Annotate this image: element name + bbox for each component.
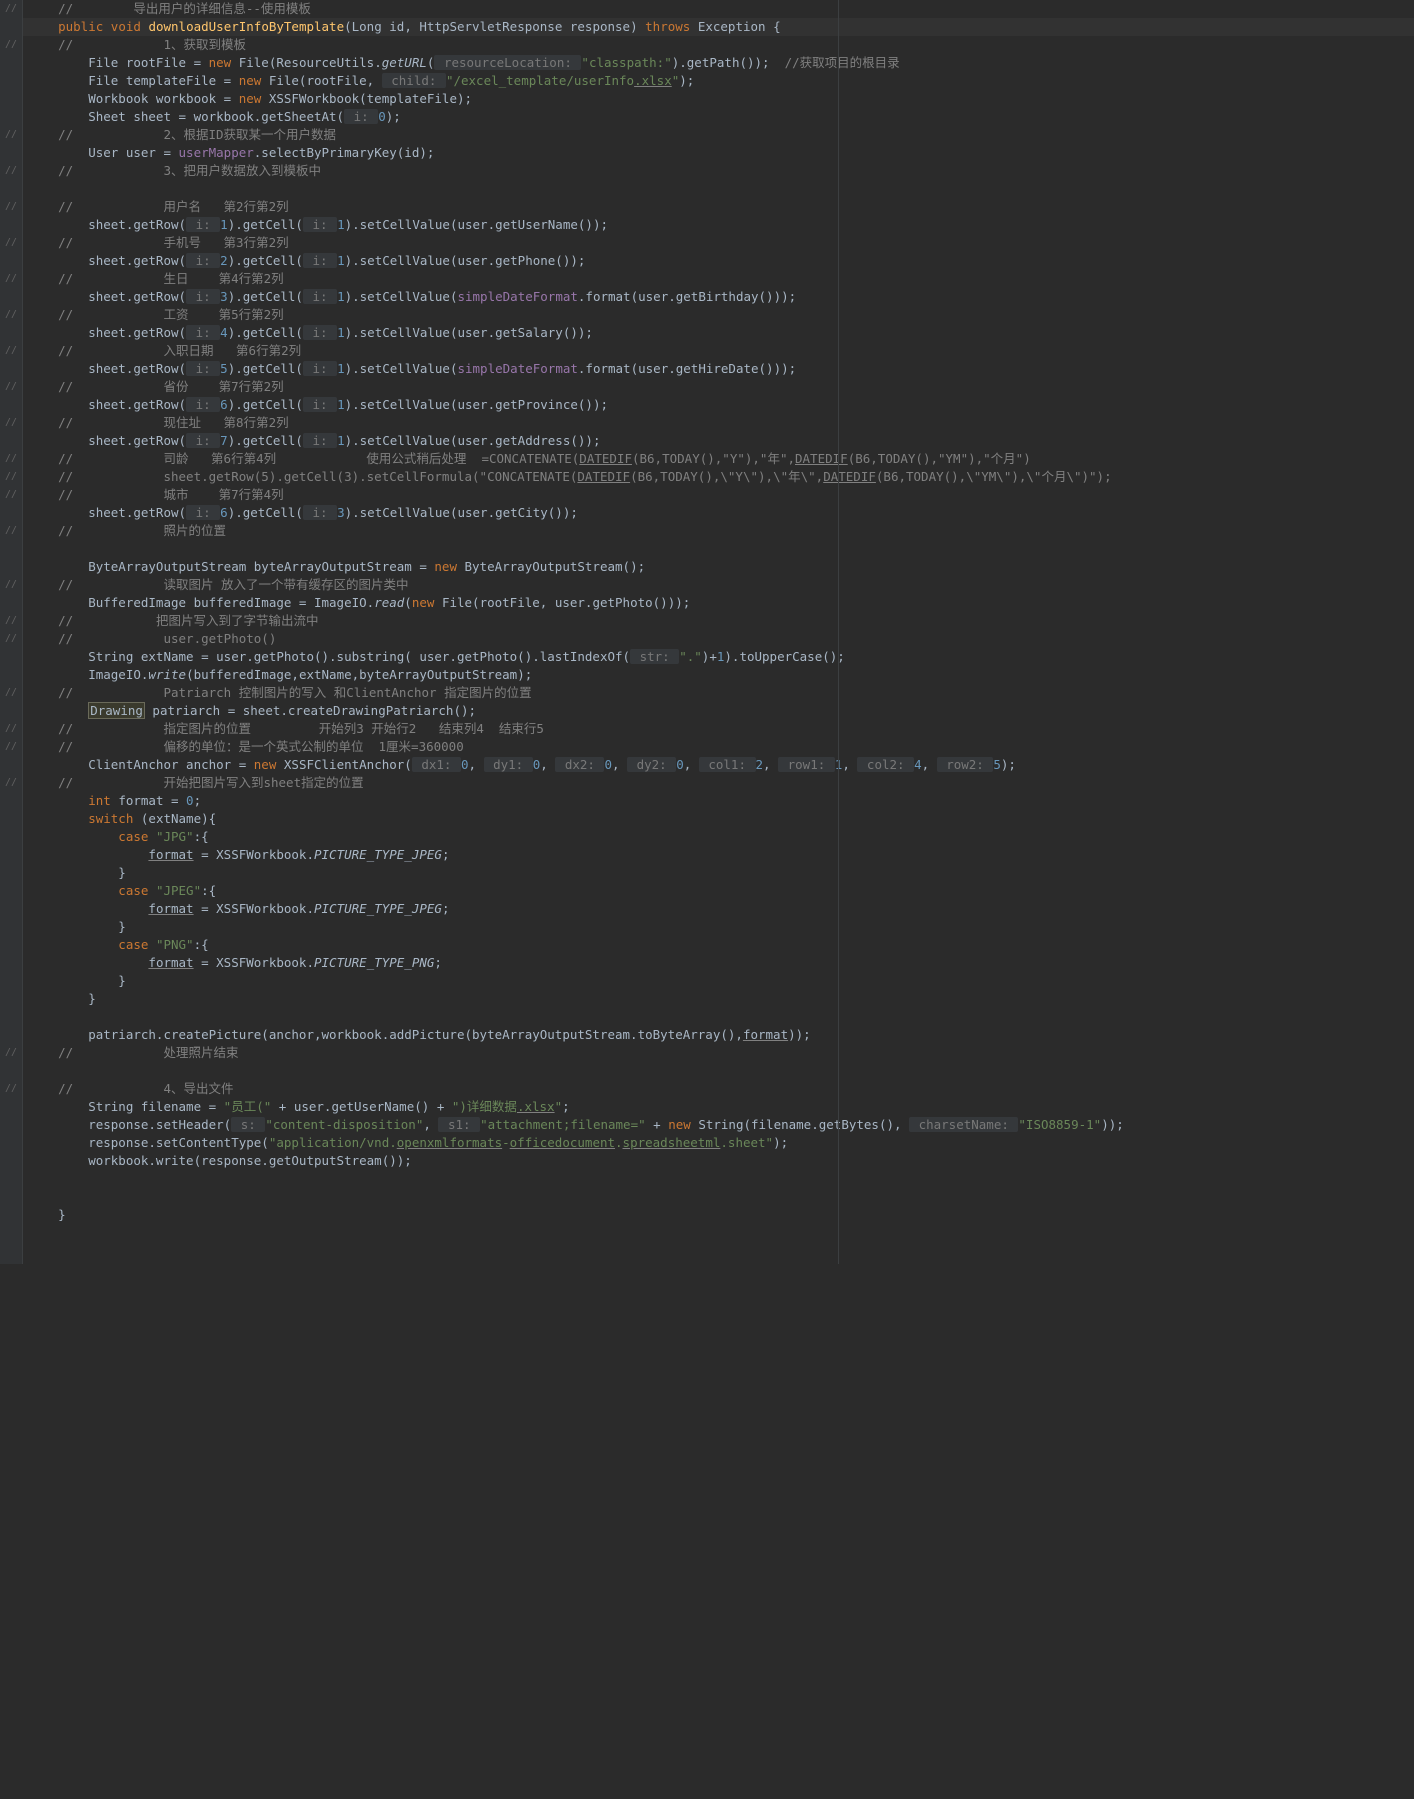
- code-line[interactable]: }: [0, 990, 1414, 1008]
- code-line[interactable]: Sheet sheet = workbook.getSheetAt( i: 0)…: [0, 108, 1414, 126]
- fold-marker: //: [2, 450, 20, 468]
- fold-marker: //: [2, 738, 20, 756]
- code-line[interactable]: // // 手机号 第3行第2列: [0, 234, 1414, 252]
- code-line[interactable]: User user = userMapper.selectByPrimaryKe…: [0, 144, 1414, 162]
- code-line[interactable]: // // 4、导出文件: [0, 1080, 1414, 1098]
- fold-marker: //: [2, 1080, 20, 1098]
- code-line[interactable]: // // 1、获取到模板: [0, 36, 1414, 54]
- fold-marker: //: [2, 522, 20, 540]
- code-line[interactable]: response.setHeader( s: "content-disposit…: [0, 1116, 1414, 1134]
- code-editor[interactable]: // // 导出用户的详细信息--使用模板 public void downlo…: [0, 0, 1414, 1264]
- code-line[interactable]: BufferedImage bufferedImage = ImageIO.re…: [0, 594, 1414, 612]
- code-line[interactable]: case "JPG":{: [0, 828, 1414, 846]
- code-line[interactable]: [0, 540, 1414, 558]
- code-line[interactable]: // // sheet.getRow(5).getCell(3).setCell…: [0, 468, 1414, 486]
- fold-marker: //: [2, 162, 20, 180]
- code-line[interactable]: // // 偏移的单位：是一个英式公制的单位 1厘米=360000: [0, 738, 1414, 756]
- fold-marker: //: [2, 0, 20, 18]
- code-line[interactable]: Workbook workbook = new XSSFWorkbook(tem…: [0, 90, 1414, 108]
- code-line[interactable]: String filename = "员工(" + user.getUserNa…: [0, 1098, 1414, 1116]
- code-line[interactable]: // // 司龄 第6行第4列 使用公式稍后处理 =CONCATENATE(DA…: [0, 450, 1414, 468]
- param-hint: resourceLocation:: [434, 55, 581, 70]
- fold-marker: //: [2, 486, 20, 504]
- code-line[interactable]: sheet.getRow( i: 3).getCell( i: 1).setCe…: [0, 288, 1414, 306]
- code-line[interactable]: }: [0, 864, 1414, 882]
- code-line[interactable]: // // 处理照片结束: [0, 1044, 1414, 1062]
- code-line[interactable]: // // 用户名 第2行第2列: [0, 198, 1414, 216]
- fold-marker: //: [2, 1044, 20, 1062]
- code-line[interactable]: // // 指定图片的位置 开始列3 开始行2 结束列4 结束行5: [0, 720, 1414, 738]
- code-line[interactable]: File rootFile = new File(ResourceUtils.g…: [0, 54, 1414, 72]
- code-line[interactable]: }: [0, 1206, 1414, 1224]
- fold-marker: //: [2, 630, 20, 648]
- fold-marker: //: [2, 414, 20, 432]
- code-line[interactable]: format = XSSFWorkbook.PICTURE_TYPE_PNG;: [0, 954, 1414, 972]
- code-line[interactable]: ImageIO.write(bufferedImage,extName,byte…: [0, 666, 1414, 684]
- code-line[interactable]: workbook.write(response.getOutputStream(…: [0, 1152, 1414, 1170]
- code-line[interactable]: int format = 0;: [0, 792, 1414, 810]
- fold-marker: //: [2, 234, 20, 252]
- code-line[interactable]: Drawing patriarch = sheet.createDrawingP…: [0, 702, 1414, 720]
- code-line[interactable]: sheet.getRow( i: 7).getCell( i: 1).setCe…: [0, 432, 1414, 450]
- param-hint: i:: [344, 109, 378, 124]
- code-line[interactable]: patriarch.createPicture(anchor,workbook.…: [0, 1026, 1414, 1044]
- fold-marker: //: [2, 306, 20, 324]
- code-line[interactable]: [0, 180, 1414, 198]
- code-line[interactable]: format = XSSFWorkbook.PICTURE_TYPE_JPEG;: [0, 900, 1414, 918]
- fold-marker: //: [2, 36, 20, 54]
- fold-marker: //: [2, 774, 20, 792]
- code-line[interactable]: // // 现住址 第8行第2列: [0, 414, 1414, 432]
- fold-marker: //: [2, 378, 20, 396]
- code-line[interactable]: // // Patriarch 控制图片的写入 和ClientAnchor 指定…: [0, 684, 1414, 702]
- code-line[interactable]: sheet.getRow( i: 6).getCell( i: 3).setCe…: [0, 504, 1414, 522]
- code-line[interactable]: // // 读取图片 放入了一个带有缓存区的图片类中: [0, 576, 1414, 594]
- code-line[interactable]: sheet.getRow( i: 5).getCell( i: 1).setCe…: [0, 360, 1414, 378]
- code-line[interactable]: sheet.getRow( i: 2).getCell( i: 1).setCe…: [0, 252, 1414, 270]
- code-line[interactable]: // // 工资 第5行第2列: [0, 306, 1414, 324]
- code-line[interactable]: ClientAnchor anchor = new XSSFClientAnch…: [0, 756, 1414, 774]
- code-line[interactable]: // // 入职日期 第6行第2列: [0, 342, 1414, 360]
- fold-marker: //: [2, 342, 20, 360]
- code-line[interactable]: sheet.getRow( i: 4).getCell( i: 1).setCe…: [0, 324, 1414, 342]
- code-line[interactable]: // // user.getPhoto(): [0, 630, 1414, 648]
- fold-marker: //: [2, 612, 20, 630]
- code-line[interactable]: // // 导出用户的详细信息--使用模板: [0, 0, 1414, 18]
- code-line[interactable]: String extName = user.getPhoto().substri…: [0, 648, 1414, 666]
- fold-marker: //: [2, 720, 20, 738]
- code-line[interactable]: case "PNG":{: [0, 936, 1414, 954]
- code-line[interactable]: // // 把图片写入到了字节输出流中: [0, 612, 1414, 630]
- code-line[interactable]: // // 照片的位置: [0, 522, 1414, 540]
- comment: // 导出用户的详细信息--使用模板: [58, 1, 311, 16]
- fold-marker: //: [2, 576, 20, 594]
- code-line[interactable]: response.setContentType("application/vnd…: [0, 1134, 1414, 1152]
- code-line[interactable]: [0, 1170, 1414, 1188]
- code-line[interactable]: // // 2、根据ID获取某一个用户数据: [0, 126, 1414, 144]
- fold-marker: //: [2, 468, 20, 486]
- code-line[interactable]: [0, 1062, 1414, 1080]
- code-line[interactable]: }: [0, 972, 1414, 990]
- code-line[interactable]: // // 生日 第4行第2列: [0, 270, 1414, 288]
- code-line[interactable]: // // 城市 第7行第4列: [0, 486, 1414, 504]
- code-line[interactable]: sheet.getRow( i: 6).getCell( i: 1).setCe…: [0, 396, 1414, 414]
- code-line[interactable]: switch (extName){: [0, 810, 1414, 828]
- fold-marker: //: [2, 198, 20, 216]
- code-line[interactable]: // // 3、把用户数据放入到模板中: [0, 162, 1414, 180]
- code-line[interactable]: }: [0, 918, 1414, 936]
- code-line[interactable]: case "JPEG":{: [0, 882, 1414, 900]
- fold-marker: //: [2, 684, 20, 702]
- param-hint: child:: [382, 73, 446, 88]
- code-line[interactable]: [0, 1188, 1414, 1206]
- fold-marker: //: [2, 126, 20, 144]
- code-line[interactable]: format = XSSFWorkbook.PICTURE_TYPE_JPEG;: [0, 846, 1414, 864]
- code-line[interactable]: sheet.getRow( i: 1).getCell( i: 1).setCe…: [0, 216, 1414, 234]
- highlighted-type: Drawing: [88, 702, 145, 719]
- code-line[interactable]: File templateFile = new File(rootFile, c…: [0, 72, 1414, 90]
- right-margin: [838, 0, 839, 1264]
- code-line[interactable]: ByteArrayOutputStream byteArrayOutputStr…: [0, 558, 1414, 576]
- fold-marker: //: [2, 270, 20, 288]
- code-line[interactable]: // // 省份 第7行第2列: [0, 378, 1414, 396]
- code-line-method-sig[interactable]: public void downloadUserInfoByTemplate(L…: [0, 18, 1414, 36]
- code-line[interactable]: // // 开始把图片写入到sheet指定的位置: [0, 774, 1414, 792]
- code-line[interactable]: [0, 1008, 1414, 1026]
